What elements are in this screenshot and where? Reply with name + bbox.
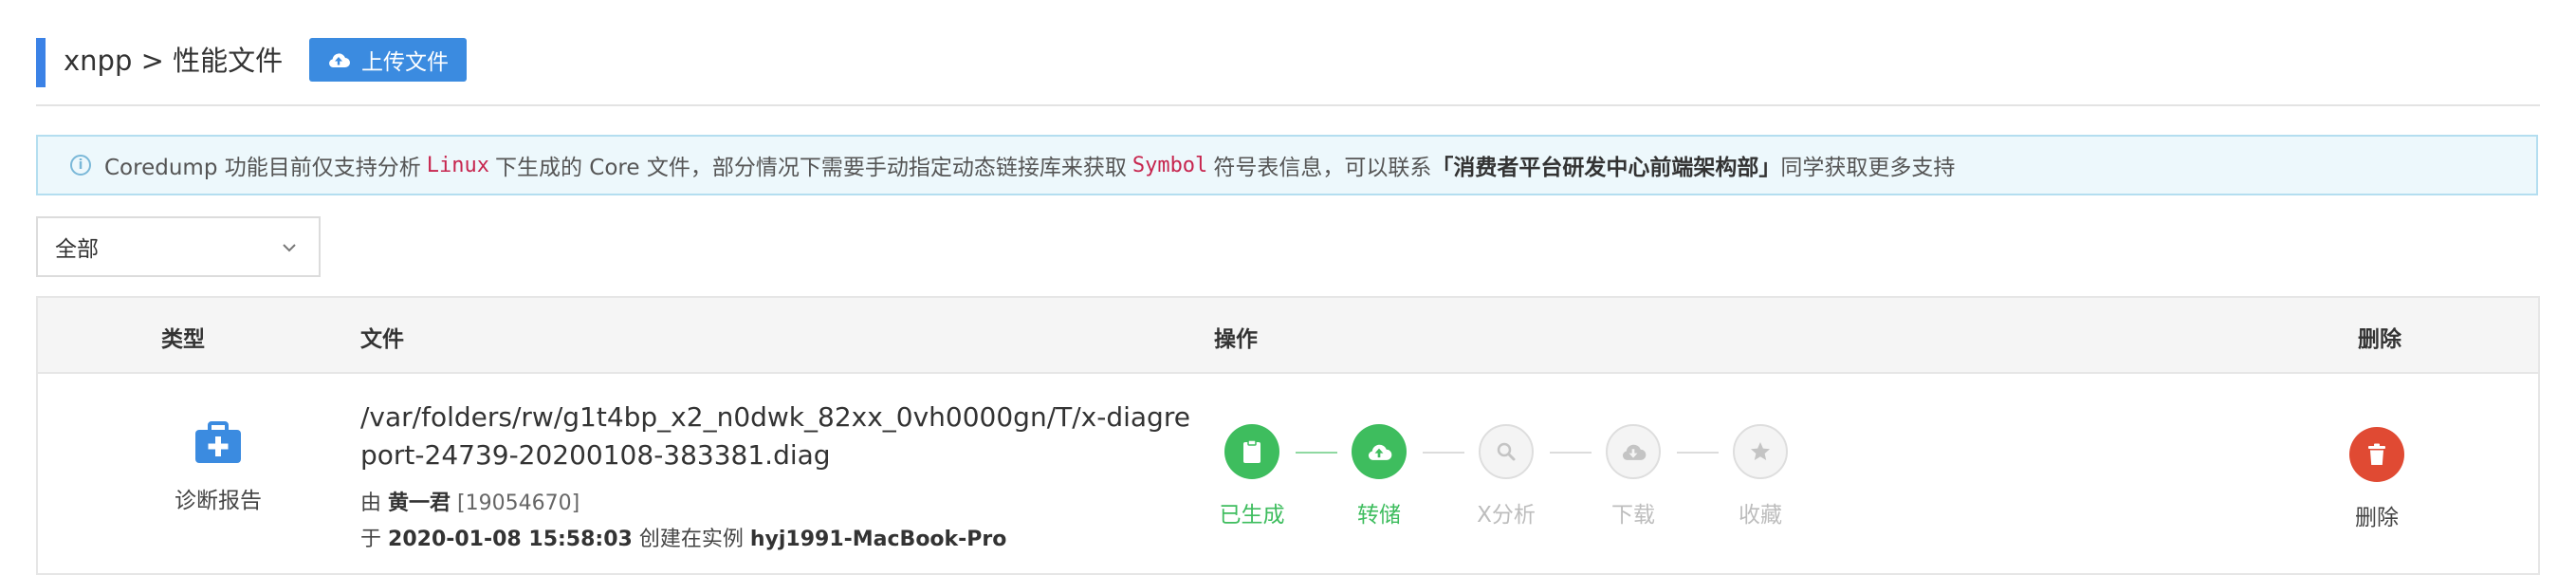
created-time: 2020-01-08 15:58:03: [388, 528, 633, 551]
select-value: 全部: [55, 237, 99, 262]
step-label: 已生成: [1219, 503, 1285, 528]
notice-contact: 「消费者平台研发中心前端架构部」: [1431, 156, 1781, 180]
step-favorite[interactable]: 收藏: [1703, 424, 1817, 529]
cloud-upload-icon: [1368, 444, 1392, 460]
step-x-analyze[interactable]: X分析: [1449, 424, 1563, 529]
file-type-select[interactable]: 全部: [36, 216, 321, 277]
breadcrumb: xnpp > 性能文件: [64, 45, 284, 77]
step-label: 转储: [1357, 503, 1401, 528]
delete-action: 删除: [2320, 427, 2434, 531]
step-circle: [1733, 424, 1788, 479]
notice-text-4: 同学获取更多支持: [1780, 156, 1956, 180]
file-created-at: 于 2020-01-08 15:58:03 创建在实例 hyj1991-MacB…: [360, 522, 1006, 552]
search-icon: [1497, 442, 1516, 461]
step-circle: [1479, 424, 1534, 479]
medical-kit-icon: [195, 421, 241, 463]
notice-code-symbol: Symbol: [1132, 153, 1208, 177]
notice-code-linux: Linux: [426, 153, 489, 177]
table-header: 类型 文件 操作 删除: [38, 298, 2538, 374]
col-file: 文件: [360, 327, 404, 352]
step-circle: [1606, 424, 1661, 479]
file-path: /var/folders/rw/g1t4bp_x2_n0dwk_82xx_0vh…: [360, 401, 1190, 471]
notice-text-1: Coredump 功能目前仅支持分析: [104, 156, 421, 180]
at-prefix: 于: [360, 528, 382, 551]
step-label: X分析: [1477, 503, 1536, 528]
delete-label: 删除: [2355, 506, 2399, 530]
delete-button[interactable]: [2349, 427, 2404, 482]
trash-icon: [2368, 443, 2385, 465]
header-divider: [36, 104, 2540, 106]
type-label: 诊断报告: [175, 489, 262, 513]
col-ops: 操作: [1214, 327, 1258, 352]
star-icon: [1751, 442, 1770, 460]
instance-name: hyj1991-MacBook-Pro: [749, 528, 1007, 551]
clipboard-icon: [1243, 439, 1260, 463]
notice-text-2: 下生成的 Core 文件，部分情况下需要手动指定动态链接库来获取: [494, 156, 1127, 180]
col-type: 类型: [161, 327, 205, 352]
coredump-notice: i Coredump 功能目前仅支持分析 Linux 下生成的 Core 文件，…: [36, 135, 2538, 195]
file-creator: 由 黄一君 [19054670]: [360, 486, 580, 516]
step-label: 下载: [1611, 503, 1655, 528]
creator-name: 黄一君: [388, 492, 451, 515]
notice-text-3: 符号表信息，可以联系: [1213, 156, 1432, 180]
step-download[interactable]: 下载: [1576, 424, 1690, 529]
header-accent-bar: [36, 38, 46, 87]
creator-id: [19054670]: [457, 492, 580, 515]
step-dump[interactable]: 转储: [1322, 424, 1436, 529]
step-circle: [1352, 424, 1407, 479]
cloud-upload-icon: [329, 53, 350, 67]
upload-file-label: 上传文件: [361, 50, 449, 75]
step-generated[interactable]: 已生成: [1195, 424, 1309, 529]
cloud-download-icon: [1622, 444, 1647, 460]
page: xnpp > 性能文件 上传文件 i Coredump 功能目前仅支持分析 Li…: [0, 0, 2576, 575]
row-type: 诊断报告: [133, 421, 304, 514]
info-icon: i: [70, 155, 91, 176]
by-prefix: 由: [360, 492, 382, 515]
step-label: 收藏: [1739, 503, 1782, 528]
created-text: 创建在实例: [638, 528, 744, 551]
col-delete: 删除: [2358, 327, 2401, 352]
step-circle: [1224, 424, 1279, 479]
upload-file-button[interactable]: 上传文件: [309, 38, 467, 82]
chevron-down-icon: [283, 244, 296, 252]
